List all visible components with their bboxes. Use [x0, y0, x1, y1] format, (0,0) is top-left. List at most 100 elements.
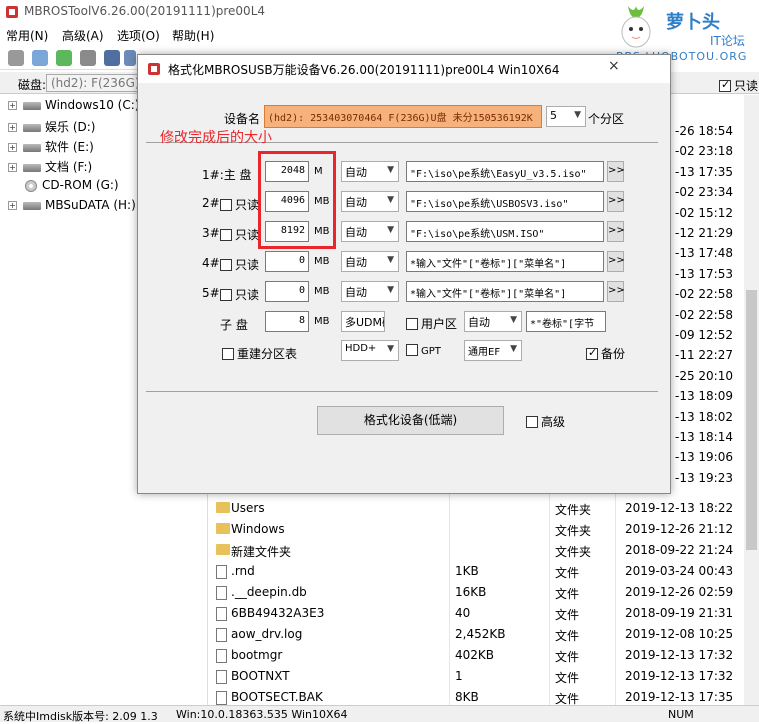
tree-item-label: Windows10 (C:) [45, 98, 140, 112]
rebuild-table-checkbox[interactable]: 重建分区表 [222, 345, 297, 362]
user-area-fs-select[interactable]: 自动 ▼ [464, 311, 522, 332]
file-row[interactable]: 新建文件夹 文件夹 2018-09-22 21:24 [209, 540, 744, 561]
partition-unit: MB [314, 286, 330, 297]
file-size: 1 [455, 669, 463, 683]
backup-checkbox[interactable]: 备份 [586, 345, 625, 362]
browse-button[interactable]: >> [607, 251, 625, 272]
file-row[interactable]: 6BB49432A3E3 40 文件 2018-09-19 21:31 [209, 603, 744, 624]
chevron-down-icon: ▼ [387, 255, 394, 265]
readonly-label: 只读 [235, 198, 260, 212]
file-row[interactable]: BOOTNXT 1 文件 2019-12-13 17:32 [209, 666, 744, 687]
annotation-text: 修改完成后的大小 [160, 130, 272, 146]
format-button[interactable]: 格式化设备(低端) [317, 406, 504, 435]
file-row[interactable]: .__deepin.db 16KB 文件 2019-12-26 02:59 [209, 582, 744, 603]
tree-item-g[interactable]: CD-ROM (G:) [25, 178, 119, 196]
file-row[interactable]: Windows 文件夹 2019-12-26 21:12 [209, 519, 744, 540]
refresh-icon[interactable] [56, 50, 72, 66]
list-icon[interactable] [104, 50, 120, 66]
drive-icon [23, 101, 41, 110]
chevron-down-icon: ▼ [387, 344, 394, 354]
checkbox-icon [526, 415, 538, 428]
checkbox-icon [406, 344, 418, 356]
partition-size-input[interactable]: 0 [265, 281, 309, 302]
browse-button[interactable]: >> [607, 191, 625, 212]
file-type: 文件 [555, 650, 580, 664]
readonly-checkbox[interactable]: 只读 [220, 196, 259, 213]
file-row[interactable]: aow_drv.log 2,452KB 文件 2019-12-08 10:25 [209, 624, 744, 645]
browse-button[interactable]: >> [607, 221, 625, 242]
file-date-fragment: -02 22:58 [675, 287, 733, 302]
efi-select[interactable]: 通用EF ▼ [464, 340, 522, 361]
partition-fs-value: 自动 [345, 286, 367, 299]
tree-item-f[interactable]: + 文档 (F:) [8, 158, 92, 176]
disk-select[interactable]: (hd2): F(236G)USB [46, 74, 141, 92]
menu-options[interactable]: 选项(O) [117, 27, 160, 44]
browse-button[interactable]: >> [607, 281, 625, 302]
file-date: 2018-09-19 21:31 [625, 606, 734, 620]
partition-image-path[interactable]: *输入"文件"["卷标"]["菜单名"] [406, 281, 604, 302]
readonly-checkbox[interactable]: 只读 [719, 77, 758, 94]
expand-icon[interactable]: + [8, 101, 17, 110]
logo-sub: IT论坛 [710, 34, 745, 48]
partition-size-input[interactable]: 0 [265, 251, 309, 272]
gpt-checkbox[interactable]: GPT [406, 344, 441, 357]
menu-advanced[interactable]: 高级(A) [62, 27, 104, 44]
partition-fs-select[interactable]: 自动 ▼ [341, 191, 399, 212]
file-row[interactable]: Users 文件夹 2019-12-13 18:22 [209, 498, 744, 519]
file-date: 2019-12-26 02:59 [625, 585, 734, 599]
file-date-fragment: -13 18:02 [675, 409, 733, 424]
expand-icon[interactable]: + [8, 201, 17, 210]
hdd-mode-select[interactable]: HDD+ ▼ [341, 340, 399, 361]
menu-help[interactable]: 帮助(H) [172, 27, 214, 44]
advanced-label: 高级 [541, 415, 566, 429]
tree-item-e[interactable]: + 软件 (E:) [8, 138, 94, 156]
file-date: 2019-12-13 18:22 [625, 501, 734, 515]
file-date-fragment: -26 18:54 [675, 124, 733, 138]
expand-icon[interactable]: + [8, 143, 17, 152]
file-date: 2019-03-24 00:43 [625, 564, 734, 578]
gear-icon[interactable] [32, 50, 48, 66]
window-icon[interactable] [124, 50, 136, 66]
user-area-checkbox[interactable]: 用户区 [406, 315, 457, 332]
checkbox-icon [222, 347, 234, 360]
tool-icon[interactable] [80, 50, 96, 66]
partition-fs-select[interactable]: 自动 ▼ [341, 251, 399, 272]
partition-image-path[interactable]: "F:\iso\pe系统\USM.ISO" [406, 221, 604, 242]
checkbox-icon [220, 198, 232, 211]
file-row[interactable]: .rnd 1KB 文件 2019-03-24 00:43 [209, 561, 744, 582]
readonly-label: 只读 [235, 228, 260, 242]
tree-item-d[interactable]: + 娱乐 (D:) [8, 118, 95, 136]
partition-image-path[interactable]: *输入"文件"["卷标"]["菜单名"] [406, 251, 604, 272]
partition-image-path[interactable]: "F:\iso\pe系统\USBOSV3.iso" [406, 191, 604, 212]
partition-image-path[interactable]: "F:\iso\pe系统\EasyU_v3.5.iso" [406, 161, 604, 182]
scroll-thumb[interactable] [746, 290, 757, 550]
file-size: 8KB [455, 690, 479, 704]
readonly-checkbox[interactable]: 只读 [220, 286, 259, 303]
partition-fs-select[interactable]: 自动 ▼ [341, 221, 399, 242]
partition-count-select[interactable]: 5 ▼ [546, 106, 586, 127]
advanced-checkbox[interactable]: 高级 [526, 413, 565, 430]
disk-label: 磁盘: [18, 78, 47, 92]
sub-fs-select[interactable]: 多UDM磁 [341, 311, 385, 332]
volume-label-input[interactable]: *"卷标"[字节 [526, 311, 606, 332]
disk-icon[interactable] [8, 50, 24, 66]
file-type: 文件 [555, 671, 580, 685]
expand-icon[interactable]: + [8, 163, 17, 172]
readonly-checkbox[interactable]: 只读 [220, 256, 259, 273]
drive-icon [23, 163, 41, 172]
tree-item-h[interactable]: + MBSuDATA (H:) [8, 198, 136, 216]
partition-fs-select[interactable]: 自动 ▼ [341, 161, 399, 182]
file-row[interactable]: bootmgr 402KB 文件 2019-12-13 17:32 [209, 645, 744, 666]
partition-fs-select[interactable]: 自动 ▼ [341, 281, 399, 302]
device-field[interactable]: (hd2): 253403070464 F(236G)U盘 未分15053619… [264, 105, 542, 128]
close-icon[interactable]: × [608, 58, 620, 74]
expand-icon[interactable]: + [8, 123, 17, 132]
readonly-checkbox[interactable]: 只读 [220, 226, 259, 243]
browse-button[interactable]: >> [607, 161, 625, 182]
sub-size-input[interactable]: 8 [265, 311, 309, 332]
menu-common[interactable]: 常用(N) [6, 27, 48, 44]
file-name: BOOTSECT.BAK [231, 690, 323, 704]
tree-item-c[interactable]: + Windows10 (C:) [8, 98, 139, 116]
file-type: 文件 [555, 566, 580, 580]
chevron-down-icon: ▼ [387, 225, 394, 235]
